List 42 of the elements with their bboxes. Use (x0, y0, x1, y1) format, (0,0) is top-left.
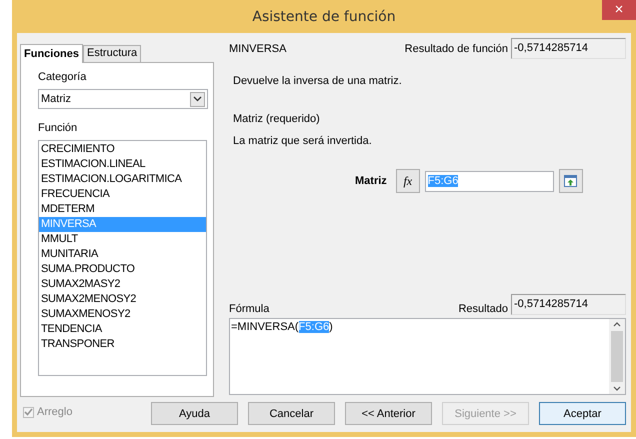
function-label: Función (38, 122, 78, 134)
scroll-up-icon[interactable] (613, 322, 621, 327)
dialog-button[interactable]: Ayuda (151, 402, 238, 425)
dialog-button[interactable]: << Anterior (345, 402, 432, 425)
list-item[interactable]: TRANSPONER (39, 337, 206, 352)
scroll-thumb[interactable] (611, 331, 623, 382)
list-item[interactable]: MMULT (39, 232, 206, 247)
function-description: Devuelve la inversa de una matriz. (233, 75, 402, 87)
list-item[interactable]: SUMA.PRODUCTO (39, 262, 206, 277)
list-item[interactable]: SUMAX2MASY2 (39, 277, 206, 292)
list-item[interactable]: ESTIMACION.LOGARITMICA (39, 172, 206, 187)
formula-field[interactable]: =MINVERSA(F5:G6) (229, 318, 626, 395)
list-item[interactable]: SUMAXMENOSY2 (39, 307, 206, 322)
window-title: Asistente de función (252, 8, 396, 24)
result-field: -0,5714285714 (511, 294, 626, 315)
dialog-button[interactable]: Cancelar (248, 402, 335, 425)
result-label: Resultado (458, 303, 508, 315)
dialog-button[interactable]: Aceptar (539, 402, 626, 425)
scroll-down-icon[interactable] (613, 386, 621, 391)
list-item[interactable]: SUMAX2MENOSY2 (39, 292, 206, 307)
list-item[interactable]: TENDENCIA (39, 322, 206, 337)
formula-label: Fórmula (229, 303, 270, 315)
argument-title: Matriz (requerido) (233, 113, 320, 125)
tab[interactable]: Estructura (83, 45, 142, 62)
close-button[interactable]: × (602, 0, 636, 20)
list-item[interactable]: FRECUENCIA (39, 187, 206, 202)
list-item[interactable]: MUNITARIA (39, 247, 206, 262)
argument-label: Matriz (355, 175, 387, 187)
result-field: -0,5714285714 (511, 38, 626, 59)
argument-description: La matriz que será invertida. (233, 135, 372, 147)
chevron-down-icon (193, 96, 202, 102)
function-name: MINVERSA (229, 42, 286, 54)
checkbox-label: Arreglo (37, 406, 72, 418)
category-dropdown[interactable]: Matriz (38, 89, 208, 109)
category-label: Categoría (38, 71, 86, 83)
list-item[interactable]: ESTIMACION.LINEAL (39, 157, 206, 172)
list-item[interactable]: MDETERM (39, 202, 206, 217)
tab[interactable]: Funciones (20, 44, 84, 63)
result-label: Resultado de función (404, 42, 508, 54)
list-item[interactable]: CRECIMIENTO (39, 142, 206, 157)
shrink-button[interactable] (558, 169, 583, 193)
function-button[interactable]: fx (396, 169, 420, 193)
